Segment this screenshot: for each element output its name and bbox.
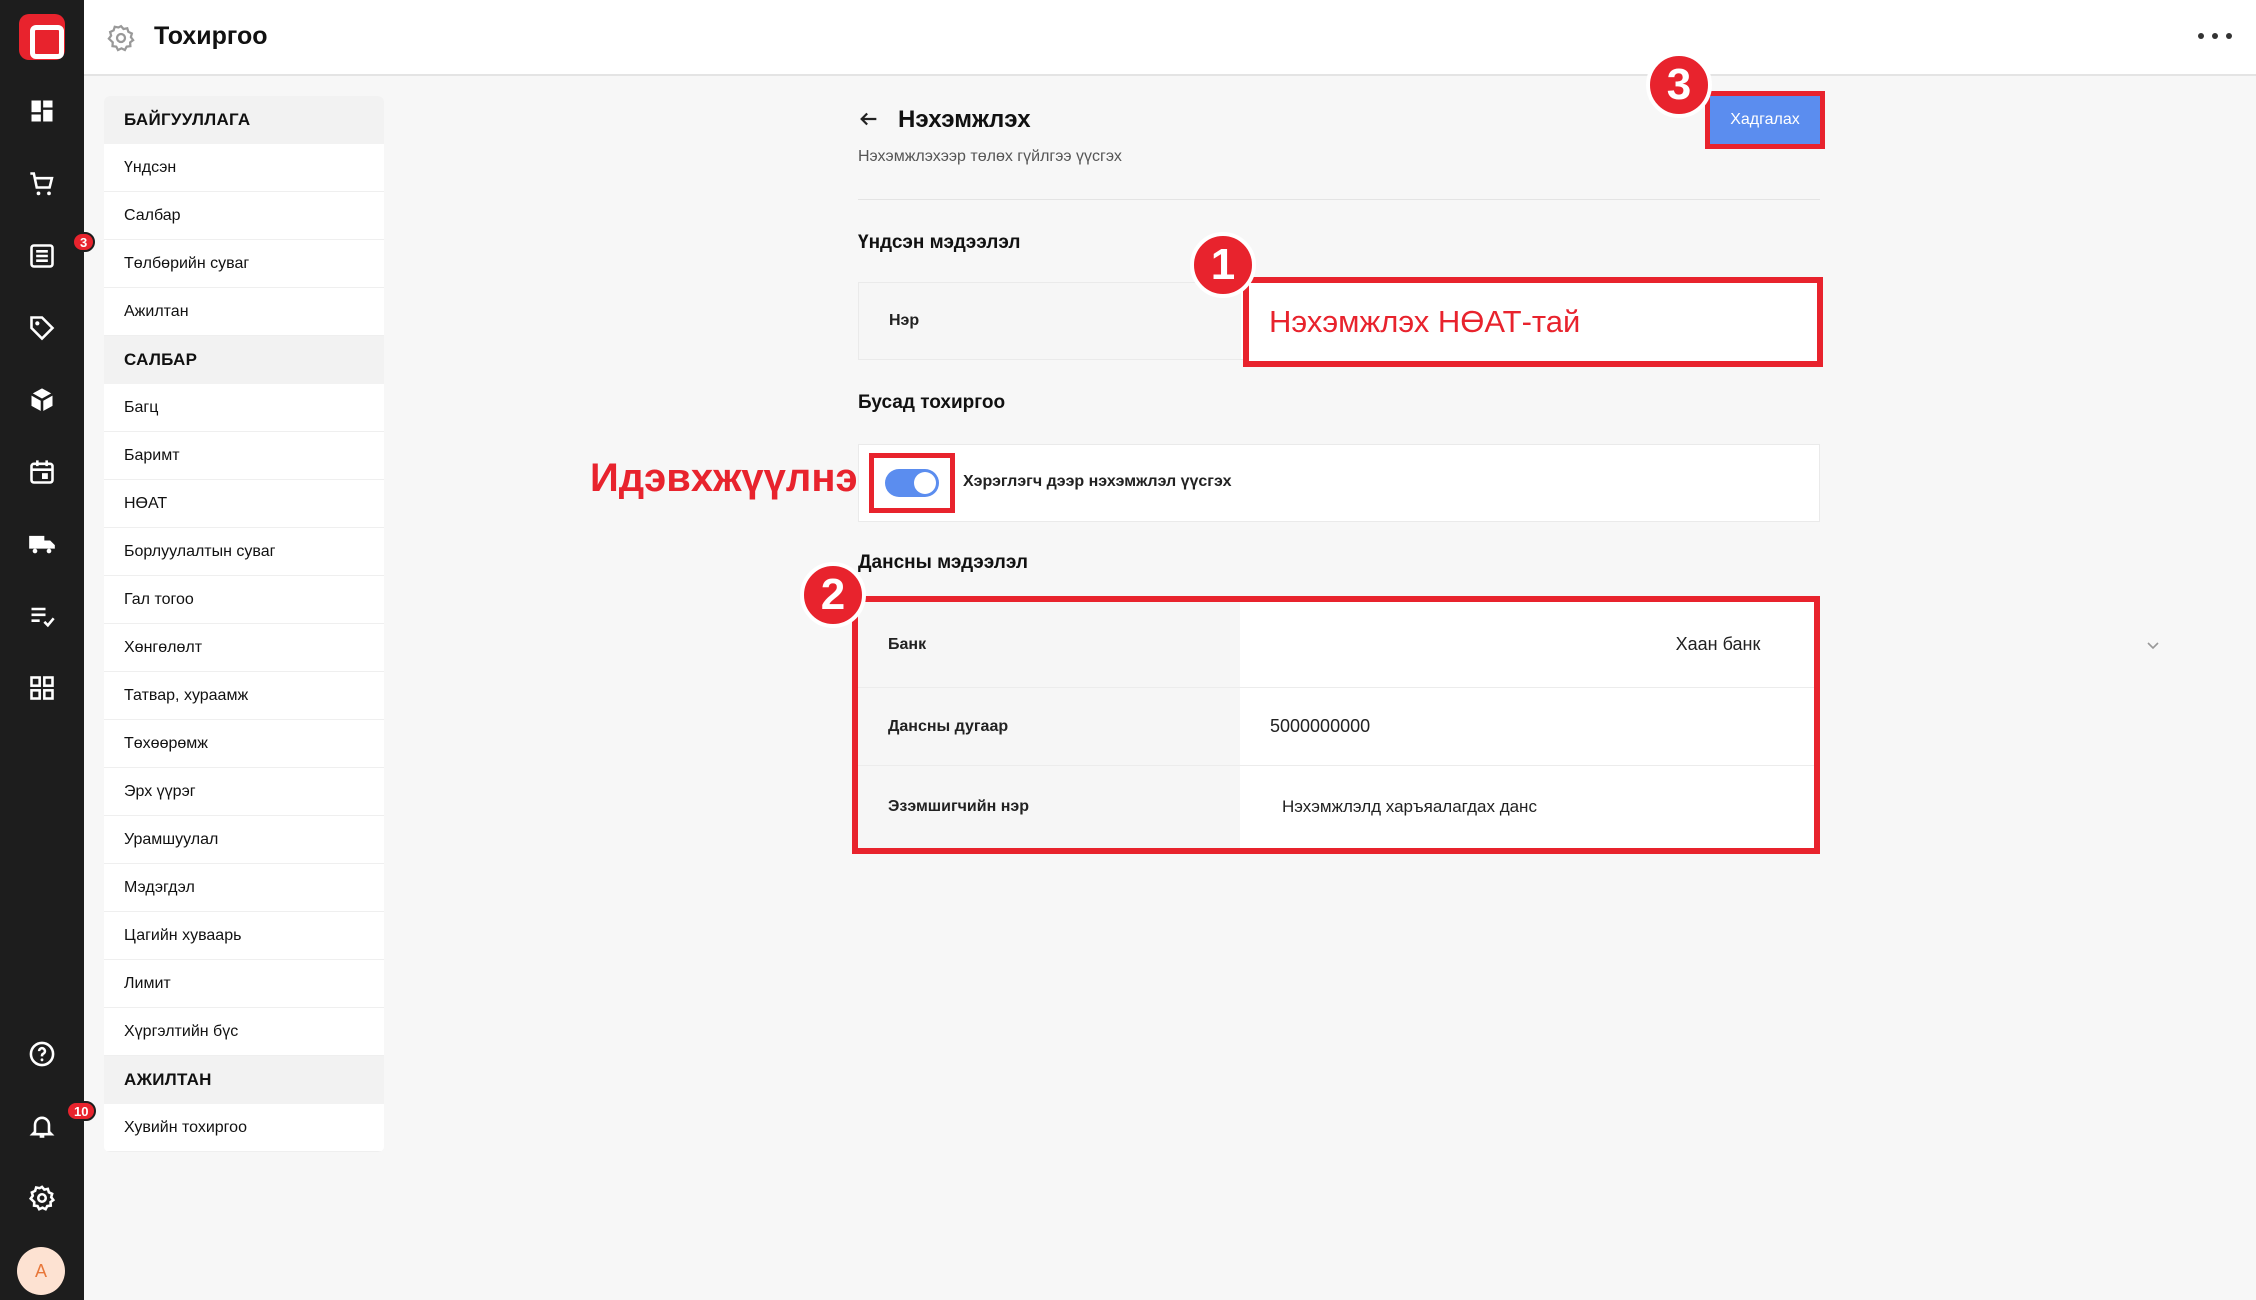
step-2-marker: 2: [800, 562, 866, 628]
owner-name-row: Эзэмшигчийн нэр Нэхэмжлэлд харъяалагдах …: [858, 766, 1814, 848]
settings-icon[interactable]: [22, 1178, 62, 1218]
settings-nav-item[interactable]: Хувийн тохиргоо: [104, 1104, 384, 1152]
box-icon[interactable]: [22, 380, 62, 420]
list-badge: 3: [72, 232, 96, 252]
bank-row: Банк Хаан банк: [858, 602, 2159, 688]
invoice-toggle-row: Хэрэглэгч дээр нэхэмжлэл үүсгэх: [858, 444, 1820, 522]
cart-icon[interactable]: [22, 164, 62, 204]
account-number-input[interactable]: 5000000000: [1240, 688, 1814, 765]
account-info-box: Банк Хаан банк Дансны дугаар 5000000000 …: [852, 596, 2159, 854]
truck-icon[interactable]: [22, 524, 62, 564]
back-arrow-icon[interactable]: [858, 108, 880, 130]
tag-icon[interactable]: [22, 308, 62, 348]
toggle-highlight: [869, 453, 955, 513]
calendar-icon[interactable]: [22, 452, 62, 492]
settings-nav-item[interactable]: Төлбөрийн суваг: [104, 240, 384, 288]
create-invoice-toggle[interactable]: [885, 469, 939, 497]
step-3-marker: 3: [1646, 52, 1712, 118]
settings-nav-item[interactable]: Хүргэлтийн бүс: [104, 1008, 384, 1056]
toggle-label: Хэрэглэгч дээр нэхэмжлэл үүсгэх: [963, 473, 1232, 490]
bank-label: Банк: [858, 602, 1240, 687]
bank-select[interactable]: Хаан банк: [1240, 602, 2196, 687]
app-logo-icon[interactable]: [19, 14, 65, 60]
settings-nav-item[interactable]: Салбар: [104, 192, 384, 240]
settings-nav-item[interactable]: НӨАТ: [104, 480, 384, 528]
settings-nav-item[interactable]: Борлуулалтын суваг: [104, 528, 384, 576]
apps-grid-icon[interactable]: [22, 668, 62, 708]
settings-group-title: БАЙГУУЛЛАГА: [104, 96, 384, 144]
owner-name-input[interactable]: Нэхэмжлэлд харъяалагдах данс: [1240, 766, 1814, 848]
settings-nav-item[interactable]: Багц: [104, 384, 384, 432]
settings-nav-item[interactable]: Эрх үүрэг: [104, 768, 384, 816]
settings-nav-item[interactable]: Татвар, хураамж: [104, 672, 384, 720]
name-label: Нэр: [859, 283, 1241, 359]
bell-icon[interactable]: [22, 1106, 62, 1146]
account-number-label: Дансны дугаар: [858, 688, 1240, 765]
enable-annotation: Идэвхжүүлнэ: [590, 456, 858, 500]
settings-nav-item[interactable]: Ажилтан: [104, 288, 384, 336]
settings-nav: БАЙГУУЛЛАГА Үндсэн Салбар Төлбөрийн суваг Аж…: [104, 96, 384, 1152]
settings-nav-item[interactable]: Урамшуулал: [104, 816, 384, 864]
checklist-icon[interactable]: [22, 596, 62, 636]
account-number-row: Дансны дугаар 5000000000: [858, 688, 1814, 766]
page-subtitle: Нэхэмжлэхээр төлөх гүйлгээ үүсгэх: [858, 148, 1122, 165]
owner-name-label: Эзэмшигчийн нэр: [858, 766, 1240, 848]
name-input[interactable]: Нэхэмжлэх НӨАТ-тай: [1243, 277, 1823, 367]
list-icon[interactable]: [22, 236, 62, 276]
notifications-badge: 10: [66, 1101, 97, 1121]
step-1-marker: 1: [1190, 232, 1256, 298]
icon-rail: 3 10 A: [0, 0, 97, 1300]
top-header: Тохиргоо: [84, 0, 2256, 76]
dashboard-icon[interactable]: [22, 91, 62, 131]
name-row: Нэр Нэхэмжлэх НӨАТ-тай: [858, 277, 1823, 367]
settings-nav-item[interactable]: Гал тогоо: [104, 576, 384, 624]
settings-nav-item[interactable]: Цагийн хуваарь: [104, 912, 384, 960]
chevron-down-icon: [2146, 636, 2160, 650]
gear-icon: [106, 23, 136, 53]
settings-nav-item[interactable]: Мэдэгдэл: [104, 864, 384, 912]
settings-group-title: АЖИЛТАН: [104, 1056, 384, 1104]
settings-nav-item[interactable]: Үндсэн: [104, 144, 384, 192]
help-icon[interactable]: [22, 1034, 62, 1074]
bank-selected-value: Хаан банк: [1675, 634, 1761, 654]
settings-group-title: САЛБАР: [104, 336, 384, 384]
page-title: Нэхэмжлэх: [898, 106, 1031, 133]
header-title: Тохиргоо: [154, 22, 268, 50]
settings-nav-item[interactable]: Лимит: [104, 960, 384, 1008]
settings-nav-item[interactable]: Хөнгөлөлт: [104, 624, 384, 672]
other-settings-title: Бусад тохиргоо: [858, 392, 1006, 413]
settings-nav-item[interactable]: Төхөөрөмж: [104, 720, 384, 768]
account-info-title: Дансны мэдээлэл: [858, 552, 1028, 573]
header-divider: [858, 199, 1820, 200]
save-button[interactable]: Хадгалах: [1705, 91, 1825, 149]
more-options-icon[interactable]: [2198, 24, 2232, 48]
settings-nav-item[interactable]: Баримт: [104, 432, 384, 480]
user-avatar[interactable]: A: [17, 1247, 65, 1295]
basic-info-title: Үндсэн мэдээлэл: [858, 232, 1021, 253]
